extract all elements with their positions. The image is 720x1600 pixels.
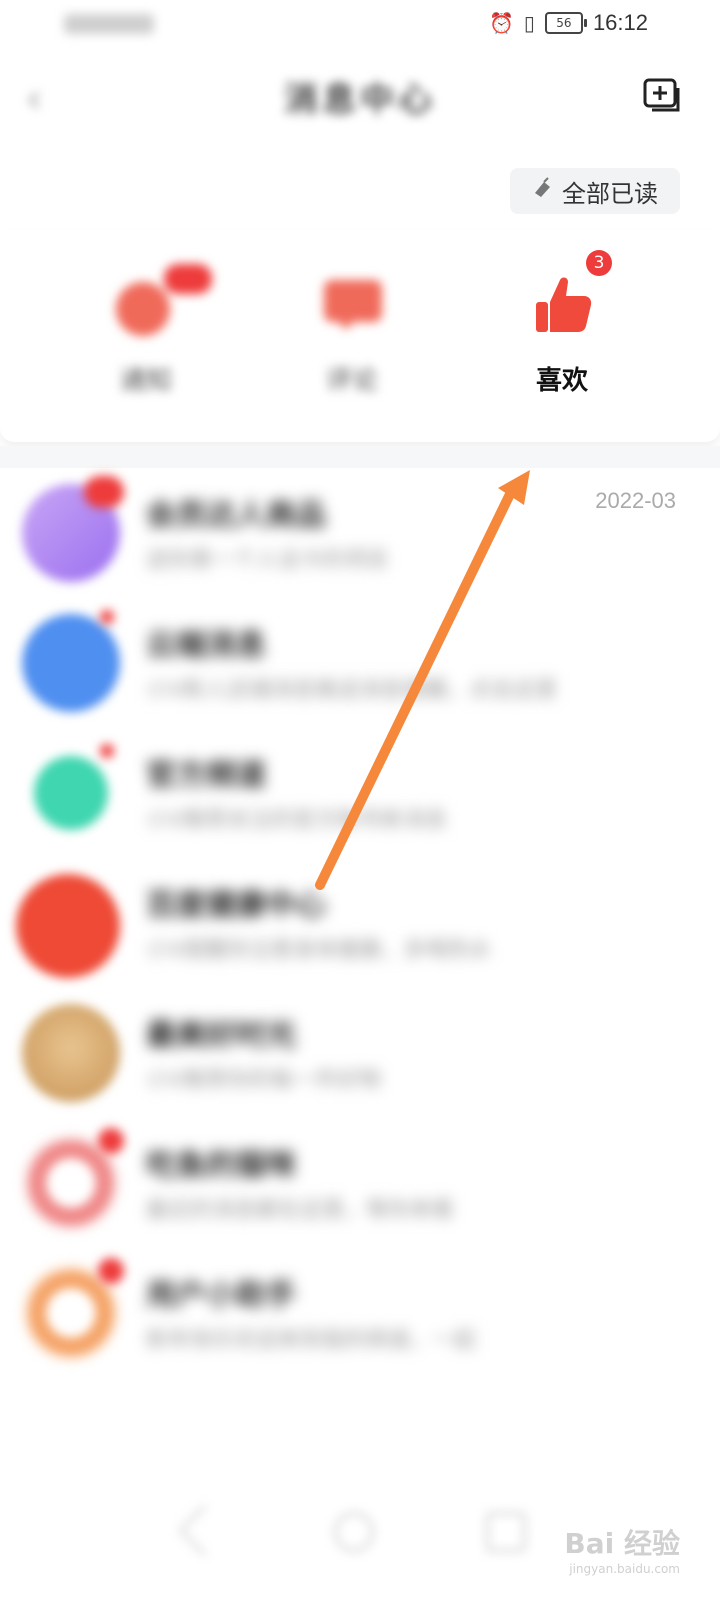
carrier-signal (64, 14, 154, 34)
bell-icon (110, 264, 212, 340)
mark-all-read-button[interactable]: 全部已读 (510, 168, 680, 214)
message-preview: 小V推荐关注的官方账号新消息 (146, 808, 448, 833)
nav-home-icon[interactable] (334, 1512, 374, 1552)
list-item[interactable]: 吃鱼的猫咪 最近的消息都在这里，等你来看 (0, 1120, 720, 1250)
thumbs-up-icon: 3 (526, 250, 612, 340)
vibrate-icon: ▯ (523, 11, 535, 35)
message-time: 2022-03 (595, 488, 676, 513)
list-item[interactable]: 用户小助手 新年快乐欢迎来到我的频道，一起 (0, 1250, 720, 1380)
status-icons: ⏰ ▯ 56 16:12 (489, 8, 648, 38)
message-preview: 最近的消息都在这里，等你来看 (146, 1198, 455, 1223)
category-comments[interactable]: 评论 (272, 268, 432, 397)
category-label: 通知 (119, 366, 172, 396)
sender-name: 会员达人商品 (146, 498, 326, 533)
likes-count-badge: 3 (586, 250, 612, 276)
sender-name: 用户小助手 (146, 1278, 296, 1313)
clock: 16:12 (592, 10, 648, 35)
comment-icon (316, 268, 388, 340)
list-item[interactable]: 百度健康中心 小V提醒你注意身体健康，多喝热水 (0, 860, 720, 990)
message-preview: 小V推荐你的每一件好物 (146, 1068, 382, 1093)
list-item[interactable]: 会员达人商品 送你第一个人设卡的项目 2022-03 (0, 470, 720, 600)
battery-icon: 56 (544, 12, 587, 34)
sender-name: 百度健康中心 (146, 888, 326, 923)
category-panel: 通知 评论 3 喜欢 (0, 230, 720, 442)
nav-back-icon[interactable] (178, 1504, 231, 1557)
category-label: 喜欢 (535, 366, 588, 396)
category-label: 评论 (325, 366, 378, 396)
message-preview: 小V提醒你注意身体健康，多喝热水 (146, 938, 492, 963)
nav-recents-icon[interactable] (486, 1512, 526, 1552)
broom-icon (532, 177, 554, 205)
category-notifications[interactable]: 通知 (66, 264, 226, 397)
avatar (34, 756, 108, 830)
message-preview: 送你第一个人设卡的项目 (146, 548, 389, 573)
sender-name: 吃鱼的猫咪 (146, 1148, 296, 1183)
new-message-icon[interactable] (642, 76, 682, 116)
page-title: 消息中心 (284, 80, 436, 120)
baidu-watermark: Bai 经验 jingyan.baidu.com (564, 1522, 680, 1576)
section-divider (0, 446, 720, 468)
unread-badge (84, 476, 124, 508)
avatar (22, 614, 120, 712)
unread-dot (100, 744, 114, 758)
avatar (22, 1004, 120, 1102)
list-item[interactable]: 官方频道 小V推荐关注的官方账号新消息 (0, 730, 720, 860)
list-item[interactable]: 云端消息 小V新人店铺消息推送消息提醒，点击这里 (0, 600, 720, 730)
status-bar: ⏰ ▯ 56 16:12 (0, 0, 720, 48)
unread-badge (98, 1258, 124, 1284)
sender-name: 官方频道 (146, 758, 266, 793)
category-likes[interactable]: 3 喜欢 (482, 250, 642, 397)
message-list: 会员达人商品 送你第一个人设卡的项目 2022-03 云端消息 小V新人店铺消息… (0, 470, 720, 1380)
list-item[interactable]: 最美好时光 小V推荐你的每一件好物 (0, 990, 720, 1120)
alarm-icon: ⏰ (489, 11, 514, 35)
sender-name: 云端消息 (146, 628, 266, 663)
watermark-brand: Bai 经验 (564, 1527, 680, 1560)
sender-name: 最美好时光 (146, 1018, 296, 1053)
mark-all-read-label: 全部已读 (562, 179, 658, 208)
message-preview: 新年快乐欢迎来到我的频道，一起 (146, 1328, 477, 1353)
unread-badge (98, 1128, 124, 1154)
unread-dot (100, 610, 114, 624)
watermark-url: jingyan.baidu.com (569, 1562, 680, 1576)
avatar (16, 874, 120, 978)
message-preview: 小V新人店铺消息推送消息提醒，点击这里 (146, 678, 558, 703)
